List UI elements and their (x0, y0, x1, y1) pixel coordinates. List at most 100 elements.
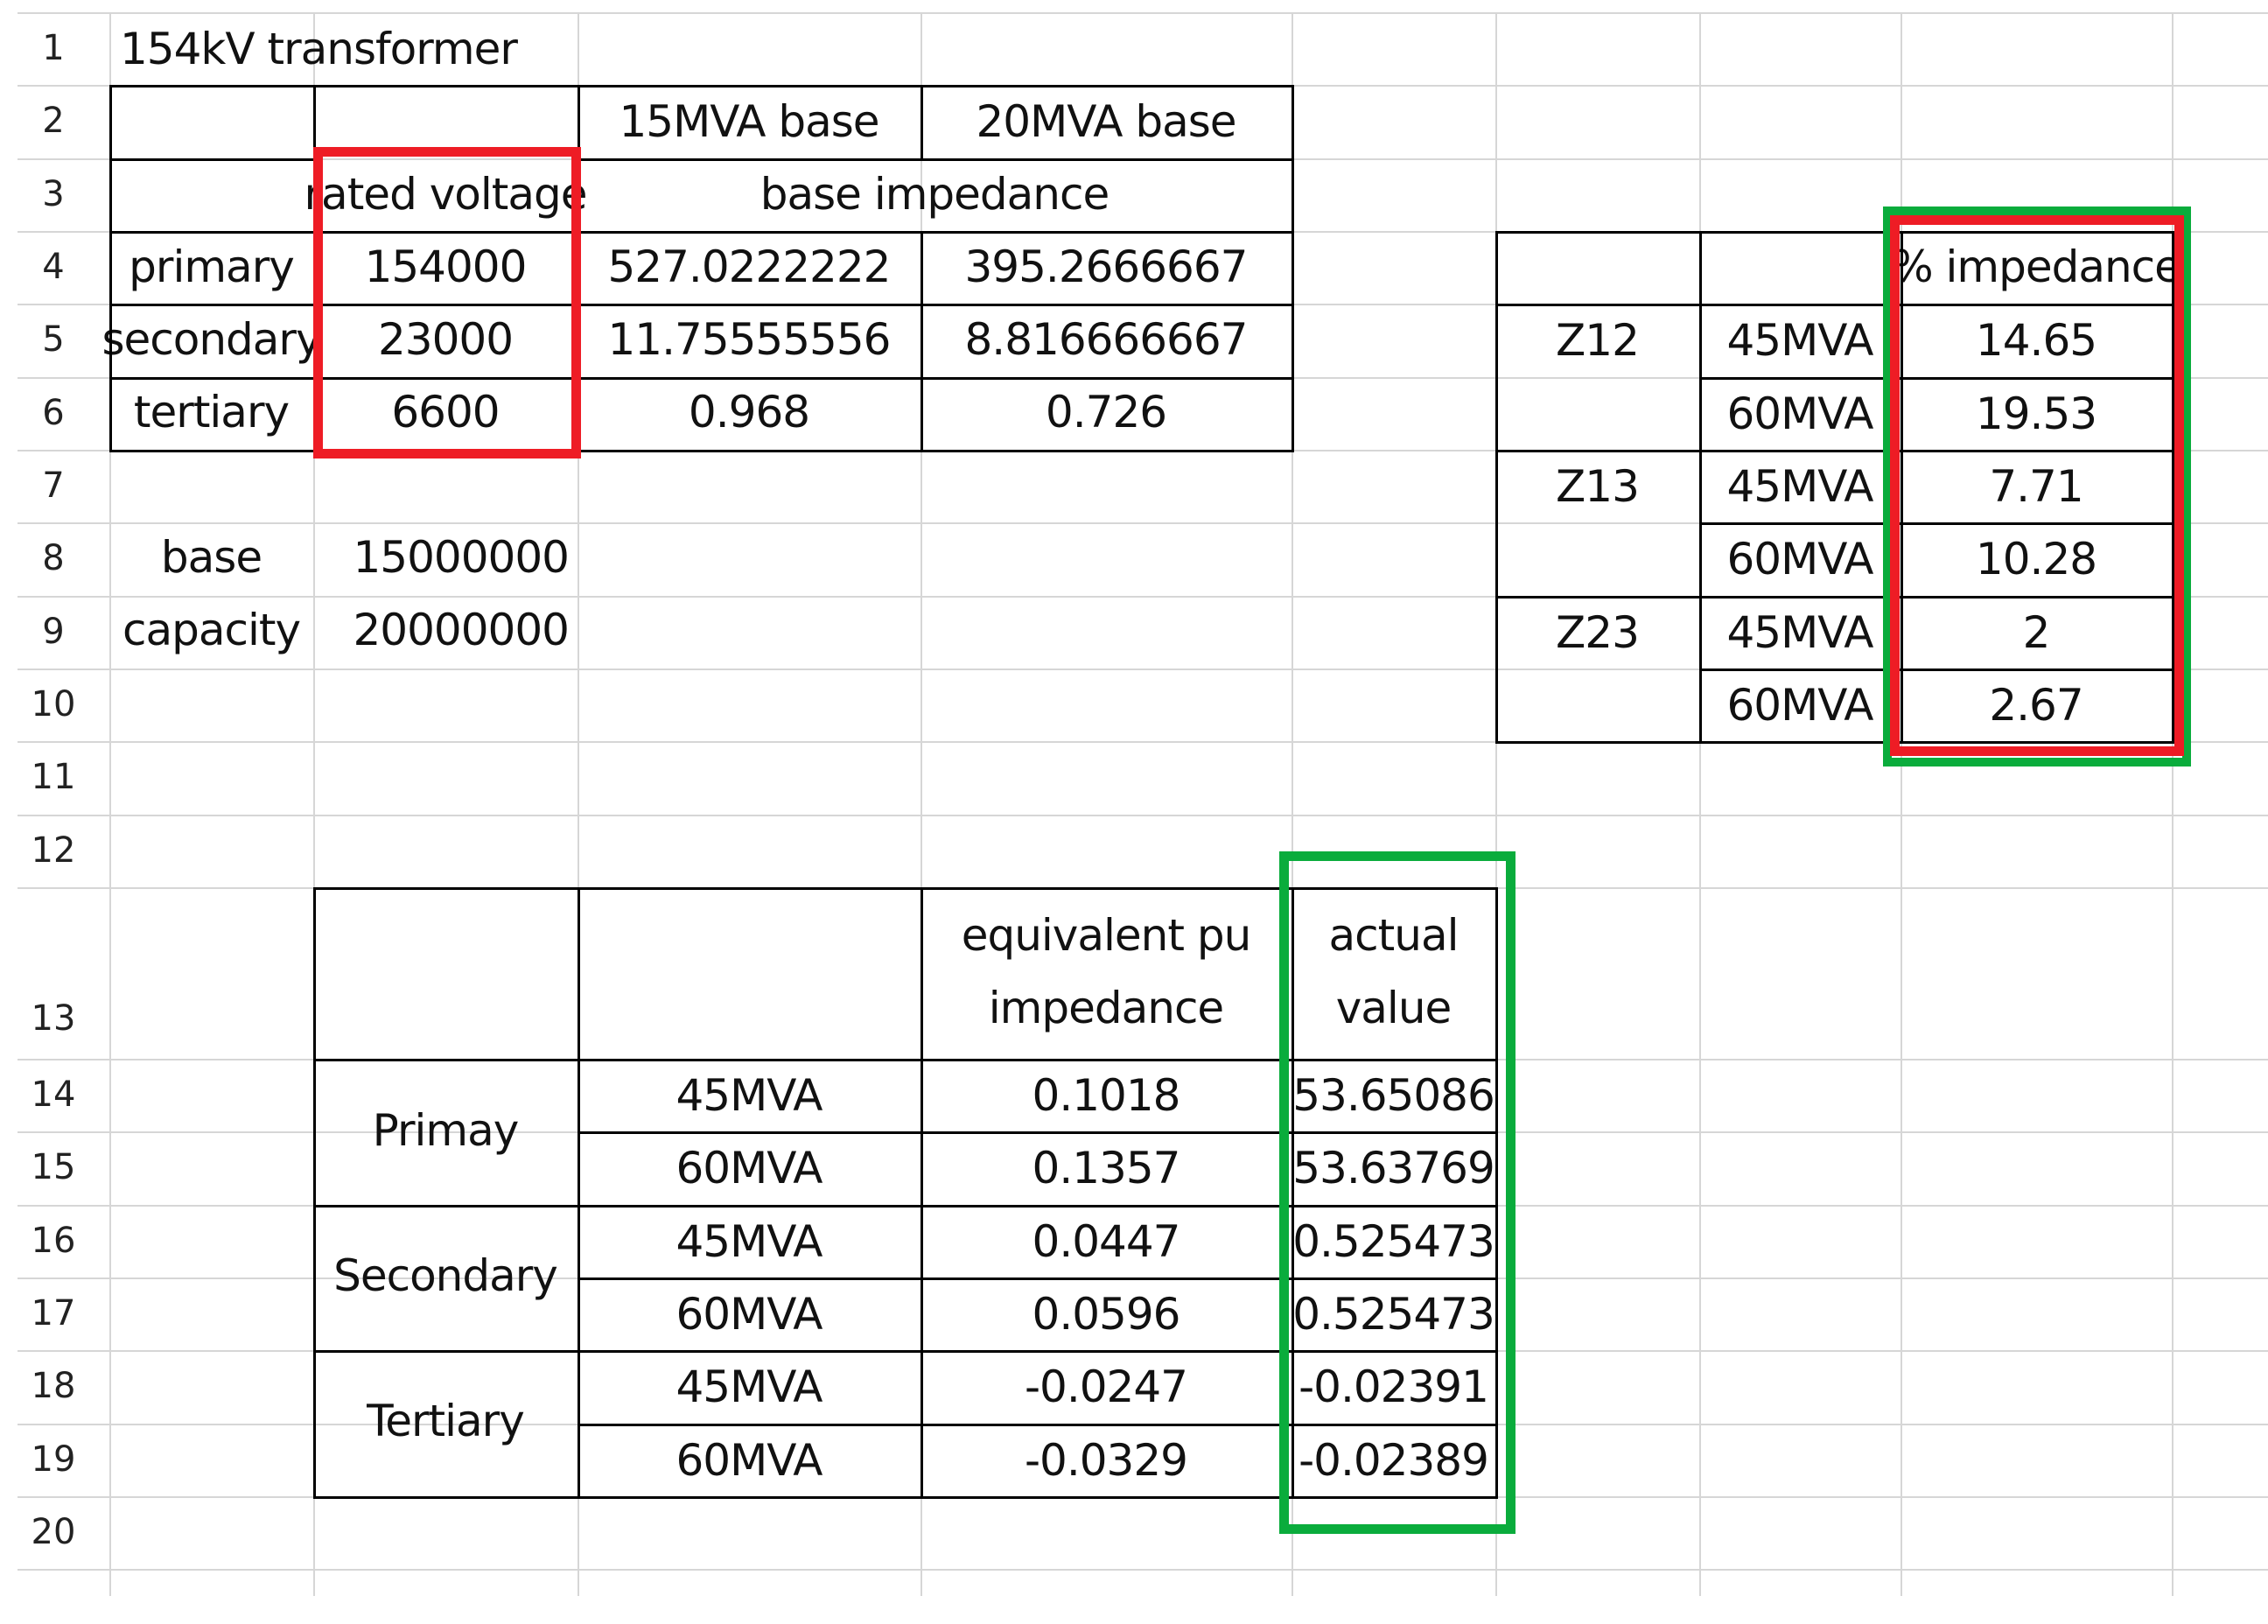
value-base[interactable]: 15000000 (313, 521, 578, 593)
impedance-percent[interactable]: 14.65 (1900, 304, 2172, 376)
impedance-percent[interactable]: 19.53 (1900, 377, 2172, 450)
header-20mva-base[interactable]: 20MVA base (920, 85, 1292, 158)
impedance-mva[interactable]: 60MVA (1699, 668, 1900, 741)
label-secondary[interactable]: secondary (102, 303, 321, 375)
label-base[interactable]: base (109, 521, 313, 593)
impedance-z-label[interactable] (1495, 668, 1699, 741)
bottom-actual-value[interactable]: 53.65086 (1292, 1059, 1495, 1131)
border-line (1495, 450, 2174, 452)
row-number[interactable]: 14 (0, 1059, 107, 1131)
row-number[interactable]: 15 (0, 1131, 107, 1204)
header-equivalent-pu[interactable]: equivalent pu impedance (920, 886, 1292, 1058)
impedance-mva[interactable]: 60MVA (1699, 522, 1900, 595)
border-line (313, 887, 316, 1499)
label-primary[interactable]: primary (109, 230, 313, 303)
label-capacity[interactable]: capacity (109, 593, 313, 666)
bottom-mva[interactable]: 60MVA (578, 1424, 920, 1496)
row-number[interactable]: 16 (0, 1205, 107, 1278)
impedance-z-label[interactable]: Z13 (1495, 450, 1699, 522)
bottom-actual-value[interactable]: -0.02391 (1292, 1350, 1495, 1423)
impedance-mva[interactable]: 60MVA (1699, 377, 1900, 450)
row-number[interactable]: 2 (0, 85, 107, 158)
row-number[interactable]: 18 (0, 1350, 107, 1423)
bottom-mva[interactable]: 45MVA (578, 1059, 920, 1131)
border-line (109, 231, 1294, 234)
header-rated-voltage[interactable]: rated voltage (304, 158, 588, 230)
impedance-mva[interactable]: 45MVA (1699, 304, 1900, 376)
impedance-z-label[interactable] (1495, 522, 1699, 595)
bottom-pu-impedance[interactable]: -0.0247 (920, 1350, 1292, 1423)
value-capacity[interactable]: 20000000 (313, 593, 578, 666)
group-secondary[interactable]: Secondary (313, 1203, 578, 1348)
row-number[interactable]: 20 (0, 1496, 107, 1569)
impedance-mva[interactable]: 45MVA (1699, 450, 1900, 522)
border-line (2172, 231, 2174, 744)
bottom-actual-value[interactable]: 0.525473 (1292, 1205, 1495, 1278)
border-line (109, 377, 1294, 380)
row-number[interactable]: 9 (0, 596, 107, 668)
bottom-pu-impedance[interactable]: -0.0329 (920, 1424, 1292, 1496)
impedance-z-label[interactable] (1495, 377, 1699, 450)
row-number[interactable]: 12 (0, 815, 107, 887)
header-equivalent-pu-line1: equivalent pu (961, 910, 1252, 961)
impedance-percent[interactable]: 2 (1900, 596, 2172, 668)
impedance-percent[interactable]: 2.67 (1900, 668, 2172, 741)
b15-primary[interactable]: 527.0222222 (578, 230, 920, 303)
border-line (1495, 741, 2174, 744)
rated-secondary[interactable]: 23000 (313, 303, 578, 375)
rated-primary[interactable]: 154000 (313, 230, 578, 303)
border-line (1699, 522, 2174, 525)
border-line (109, 158, 316, 161)
impedance-z-label[interactable]: Z12 (1495, 304, 1699, 376)
row-number[interactable]: 10 (0, 668, 107, 741)
bottom-mva[interactable]: 45MVA (578, 1205, 920, 1278)
bottom-pu-impedance[interactable]: 0.1018 (920, 1059, 1292, 1131)
label-tertiary[interactable]: tertiary (109, 375, 313, 448)
impedance-z-label[interactable]: Z23 (1495, 596, 1699, 668)
row-number[interactable]: 7 (0, 450, 107, 522)
group-primary[interactable]: Primay (313, 1058, 578, 1203)
bottom-mva[interactable]: 45MVA (578, 1350, 920, 1423)
border-line (578, 887, 580, 1499)
border-line (920, 887, 923, 1499)
bottom-pu-impedance[interactable]: 0.0596 (920, 1278, 1292, 1350)
b20-secondary[interactable]: 8.816666667 (920, 303, 1292, 375)
bottom-actual-value[interactable]: -0.02389 (1292, 1424, 1495, 1496)
row-number[interactable]: 5 (0, 304, 107, 376)
row-number[interactable]: 1 (0, 12, 107, 85)
border-line (313, 1496, 1498, 1499)
row-number[interactable]: 11 (0, 741, 107, 814)
row-number[interactable]: 8 (0, 522, 107, 595)
bottom-mva[interactable]: 60MVA (578, 1131, 920, 1204)
row-number[interactable]: 6 (0, 377, 107, 450)
row-number[interactable]: 19 (0, 1424, 107, 1496)
header-15mva-base[interactable]: 15MVA base (578, 85, 920, 158)
impedance-mva[interactable]: 45MVA (1699, 596, 1900, 668)
row-number[interactable]: 17 (0, 1278, 107, 1350)
impedance-percent[interactable]: 7.71 (1900, 450, 2172, 522)
b20-tertiary[interactable]: 0.726 (920, 375, 1292, 448)
b20-primary[interactable]: 395.2666667 (920, 230, 1292, 303)
row-number[interactable]: 3 (0, 158, 107, 231)
sheet-title[interactable]: 154kV transformer (109, 12, 599, 85)
bottom-pu-impedance[interactable]: 0.0447 (920, 1205, 1292, 1278)
header-percent-impedance[interactable]: % impedance (1892, 230, 2181, 303)
border-line (578, 1424, 1498, 1426)
header-base-impedance[interactable]: base impedance (578, 158, 1292, 230)
header-actual-value[interactable]: actual value (1292, 886, 1495, 1058)
bottom-mva[interactable]: 60MVA (578, 1278, 920, 1350)
border-line (920, 231, 923, 452)
bottom-actual-value[interactable]: 0.525473 (1292, 1278, 1495, 1350)
border-line (578, 158, 1294, 161)
impedance-percent[interactable]: 10.28 (1900, 522, 2172, 595)
row-number[interactable]: 13 (0, 887, 107, 1059)
rated-tertiary[interactable]: 6600 (313, 375, 578, 448)
b15-tertiary[interactable]: 0.968 (578, 375, 920, 448)
bottom-pu-impedance[interactable]: 0.1357 (920, 1131, 1292, 1204)
gridline-horizontal (18, 1569, 2268, 1571)
row-number[interactable]: 4 (0, 231, 107, 304)
group-tertiary[interactable]: Tertiary (313, 1348, 578, 1494)
bottom-actual-value[interactable]: 53.63769 (1292, 1131, 1495, 1204)
b15-secondary[interactable]: 11.75555556 (578, 303, 920, 375)
border-line (313, 1205, 1498, 1208)
